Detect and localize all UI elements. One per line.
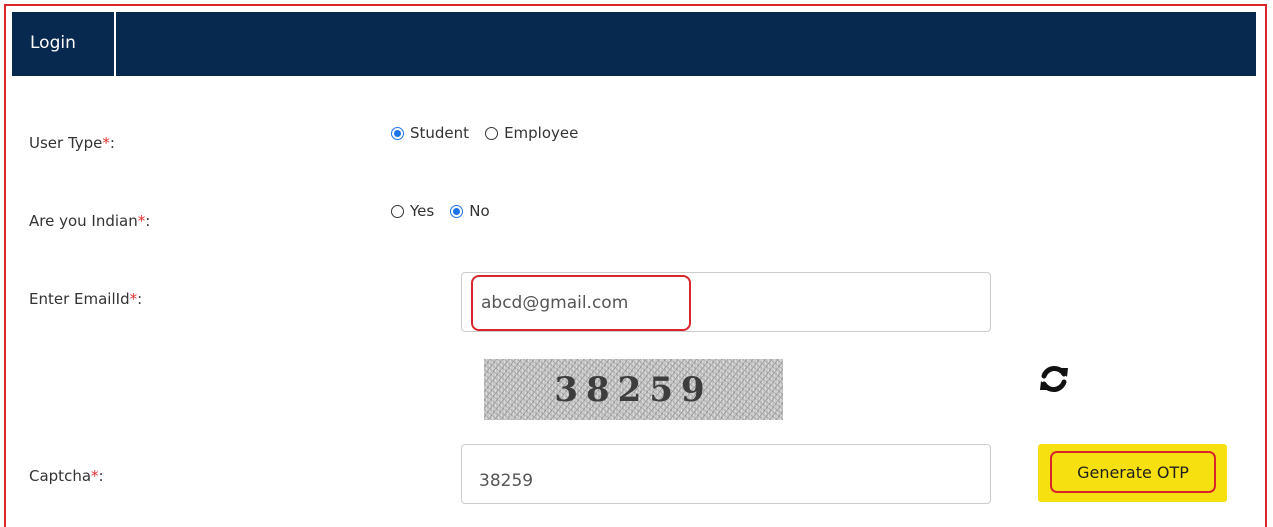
email-label: Enter EmailId*: — [29, 290, 142, 308]
indian-option-no[interactable]: No — [450, 202, 490, 220]
radio-no[interactable] — [450, 204, 464, 218]
indian-option-yes[interactable]: Yes — [391, 202, 434, 220]
indian-label: Are you Indian*: — [29, 212, 150, 230]
radio-employee[interactable] — [485, 126, 499, 140]
radio-student-label: Student — [410, 124, 470, 142]
tab-login[interactable]: Login — [12, 12, 116, 76]
user-type-radio-group: Student Employee — [391, 124, 594, 142]
captcha-label-text: Captcha — [29, 467, 92, 485]
refresh-icon[interactable] — [1037, 362, 1071, 396]
user-type-option-employee[interactable]: Employee — [485, 124, 578, 142]
generate-otp-highlight: Generate OTP — [1038, 444, 1227, 502]
radio-student[interactable] — [391, 126, 404, 140]
label-colon: : — [109, 134, 115, 152]
indian-radio-group: Yes No — [391, 202, 506, 220]
label-colon: : — [98, 467, 104, 485]
label-colon: : — [137, 290, 143, 308]
email-label-text: Enter EmailId — [29, 290, 130, 308]
email-highlight: abcd@gmail.com — [471, 275, 691, 331]
captcha-image-text: 38259 — [554, 369, 713, 410]
user-type-label: User Type*: — [29, 134, 115, 152]
required-mark: * — [91, 467, 99, 485]
user-type-option-student[interactable]: Student — [391, 124, 469, 142]
radio-yes-label: Yes — [410, 202, 435, 220]
radio-yes[interactable] — [391, 204, 404, 218]
required-mark: * — [102, 134, 110, 152]
required-mark: * — [129, 290, 138, 308]
email-value[interactable]: abcd@gmail.com — [481, 293, 628, 313]
captcha-image: 38259 — [484, 359, 783, 420]
captcha-input-value: 38259 — [479, 471, 534, 491]
label-colon: : — [145, 212, 151, 230]
radio-employee-label: Employee — [504, 124, 579, 142]
panel-header: Login — [12, 12, 1256, 76]
radio-no-label: No — [469, 202, 490, 220]
indian-label-text: Are you Indian — [29, 212, 138, 230]
captcha-input[interactable]: 38259 — [461, 444, 991, 504]
user-type-label-text: User Type — [29, 134, 103, 152]
captcha-label: Captcha*: — [29, 467, 104, 485]
generate-otp-button[interactable]: Generate OTP — [1050, 451, 1216, 493]
